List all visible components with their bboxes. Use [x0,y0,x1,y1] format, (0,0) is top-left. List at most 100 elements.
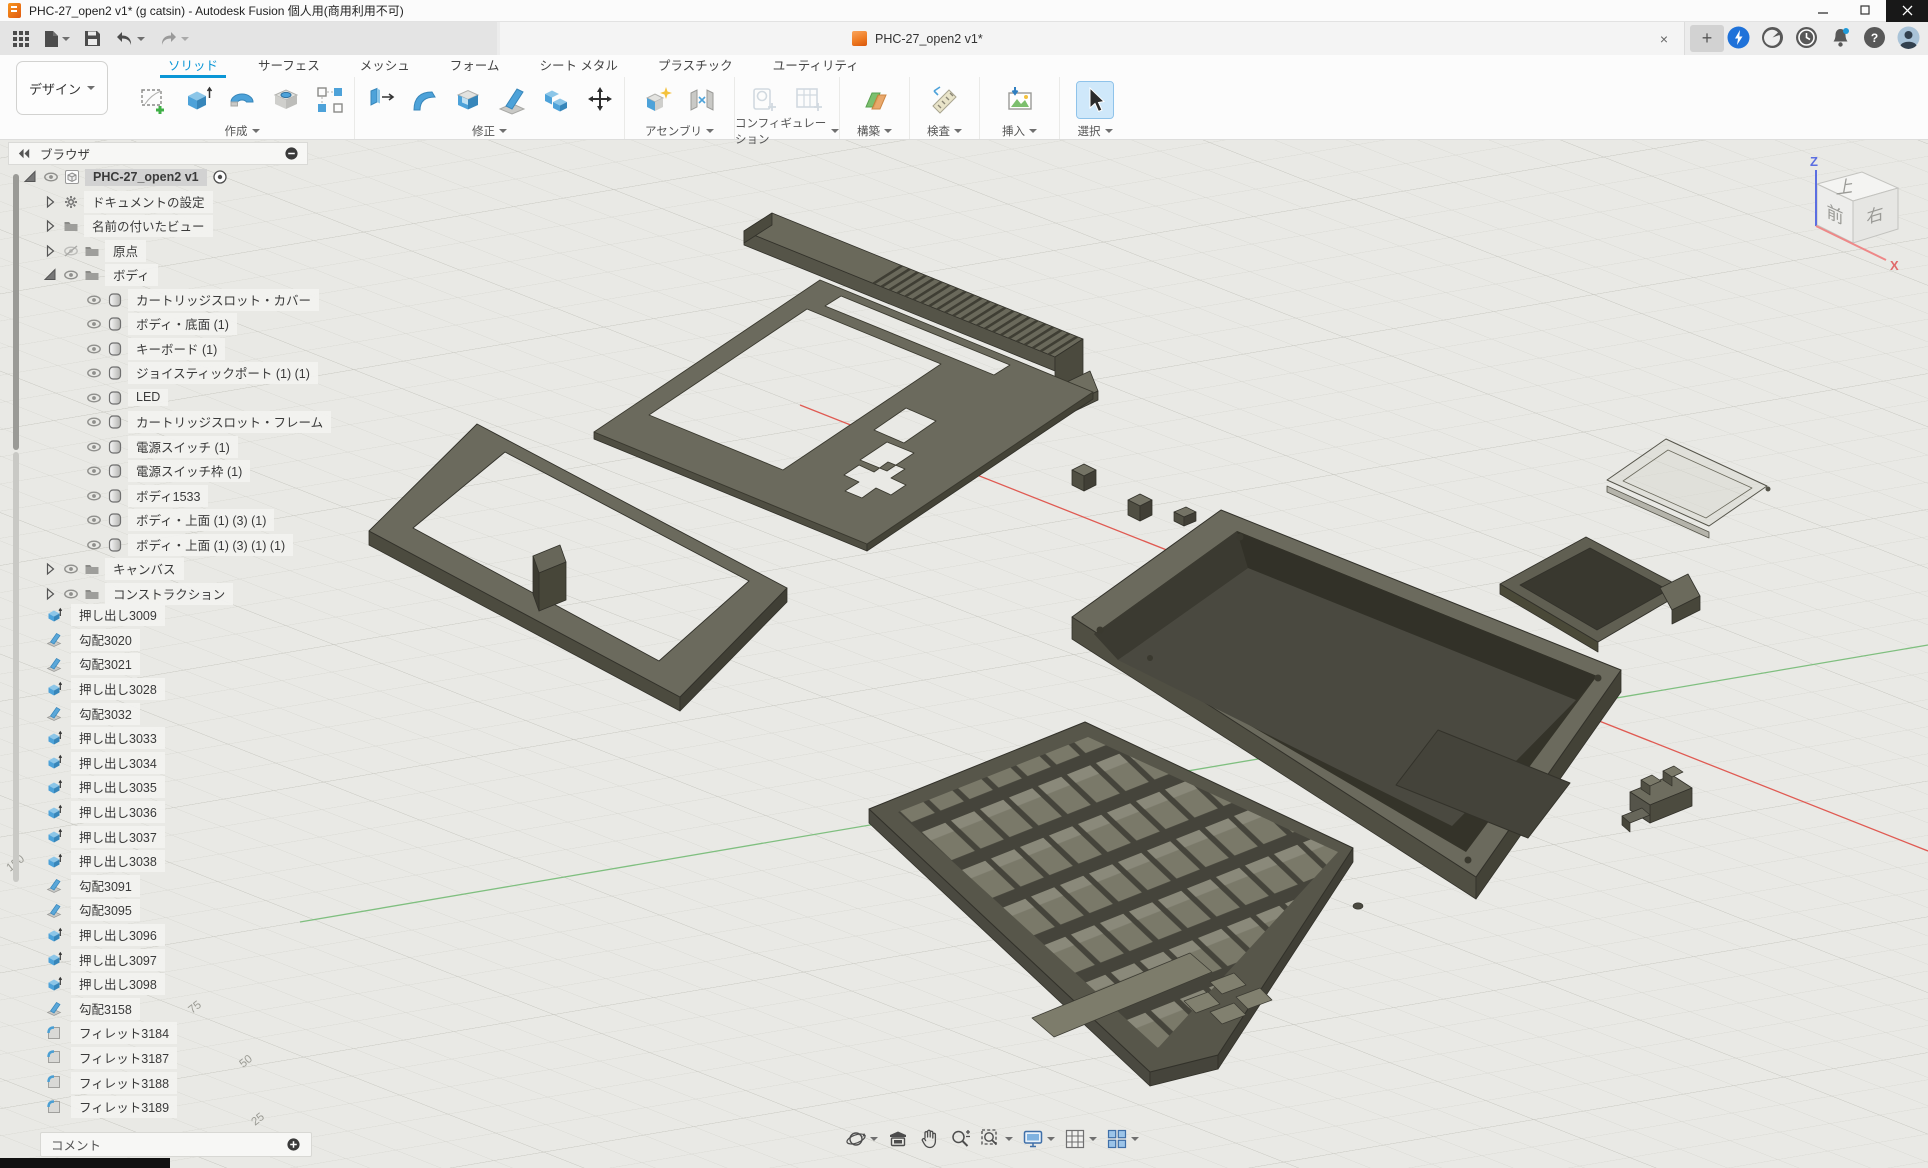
browser-item-label[interactable]: ボディ・上面 (1) (3) (1) [128,509,274,531]
browser-item-canvases[interactable]: キャンバス [0,557,340,582]
browser-item-label[interactable]: 名前の付いたビュー [84,215,213,237]
browser-item-label[interactable]: ボディ・上面 (1) (3) (1) (1) [128,534,293,556]
visibility-eye-icon[interactable] [86,341,102,357]
part-tiny-button[interactable] [1353,903,1363,909]
browser-body-row[interactable]: ボディ・上面 (1) (3) (1) (1) [0,533,340,558]
draft-icon[interactable] [494,82,530,118]
visibility-eye-icon[interactable] [63,586,79,602]
feature-label[interactable]: 押し出し3038 [71,850,165,872]
expand-triangle-icon[interactable] [42,218,58,234]
feature-label[interactable]: フィレット3184 [71,1022,177,1044]
group-modify-label[interactable]: 修正 [355,122,624,139]
feature-row[interactable]: 押し出し3035 [46,775,177,800]
expand-triangle-icon[interactable] [42,194,58,210]
select-cursor-icon[interactable] [1077,82,1113,118]
expand-triangle-icon[interactable] [42,586,58,602]
feature-label[interactable]: 勾配3091 [71,875,140,897]
configure-icon[interactable] [747,82,783,118]
feature-row[interactable]: 押し出し3097 [46,947,177,972]
tab-utilities[interactable]: ユーティリティ [753,57,879,77]
feature-label[interactable]: 押し出し3035 [71,776,165,798]
visibility-eye-icon[interactable] [63,561,79,577]
combine-icon[interactable] [538,82,574,118]
feature-row[interactable]: フィレット3189 [46,1095,177,1120]
pan-button[interactable] [918,1128,940,1150]
pattern-icon[interactable] [312,82,348,118]
profile-avatar[interactable] [1897,26,1920,49]
version-history-icon[interactable] [1795,26,1818,49]
maximize-button[interactable] [1844,0,1886,22]
group-configuration-label[interactable]: コンフィギュレーション [735,122,839,139]
3d-viewport[interactable]: 150 75 50 25 [0,140,1928,1168]
job-status-icon[interactable] [1761,26,1784,49]
browser-item-label[interactable]: キャンバス [105,558,184,580]
revolve-icon[interactable] [224,82,260,118]
move-copy-icon[interactable] [582,82,618,118]
app-grid-icon[interactable] [12,30,30,48]
create-sketch-icon[interactable] [136,82,172,118]
notifications-bell-icon[interactable] [1829,26,1852,49]
add-comment-icon[interactable] [286,1137,301,1152]
feature-label[interactable]: 押し出し3098 [71,973,165,995]
look-at-button[interactable] [887,1128,909,1150]
tab-surface[interactable]: サーフェス [238,57,340,77]
view-cube[interactable]: 上 前 右 Z X [1774,148,1924,298]
feature-row[interactable]: 押し出し3036 [46,800,177,825]
visibility-eye-icon[interactable] [86,390,102,406]
browser-item-document-settings[interactable]: ドキュメントの設定 [0,190,340,215]
group-assemble-label[interactable]: アセンブリ [625,122,734,139]
fit-button[interactable] [980,1128,1013,1150]
feature-row[interactable]: フィレット3184 [46,1021,177,1046]
browser-item-label[interactable]: 原点 [105,240,146,262]
browser-body-row[interactable]: カートリッジスロット・カバー [0,288,340,313]
browser-body-row[interactable]: 電源スイッチ枠 (1) [0,459,340,484]
tab-mesh[interactable]: メッシュ [340,57,430,77]
browser-body-row[interactable]: ボディ・底面 (1) [0,312,340,337]
joint-icon[interactable] [684,82,720,118]
browser-body-row[interactable]: ボディ・上面 (1) (3) (1) [0,508,340,533]
visibility-eye-icon[interactable] [86,292,102,308]
feature-label[interactable]: 勾配3021 [71,653,140,675]
feature-row[interactable]: 押し出し3028 [46,677,177,702]
browser-body-row[interactable]: LED [0,386,340,411]
browser-item-label[interactable]: LED [128,389,168,406]
comment-bar[interactable]: コメント [40,1132,312,1157]
redo-button[interactable] [159,31,189,47]
feature-label[interactable]: 押し出し3096 [71,924,165,946]
feature-label[interactable]: 押し出し3036 [71,801,165,823]
workspace-selector[interactable]: デザイン [16,61,108,115]
browser-item-label[interactable]: カートリッジスロット・フレーム [128,411,331,433]
feature-label[interactable]: 押し出し3033 [71,727,165,749]
visibility-eye-icon[interactable] [43,169,59,185]
feature-label[interactable]: 押し出し3009 [71,604,165,626]
configuration-table-icon[interactable] [791,82,827,118]
new-component-icon[interactable] [640,82,676,118]
browser-root-label[interactable]: PHC-27_open2 v1 [85,169,207,186]
shell-icon[interactable] [450,82,486,118]
minimize-browser-icon[interactable] [284,146,299,161]
feature-label[interactable]: 押し出し3028 [71,678,165,700]
feature-label[interactable]: フィレット3188 [71,1072,177,1094]
feature-row[interactable]: 勾配3021 [46,652,177,677]
browser-item-label[interactable]: ボディ・底面 (1) [128,313,237,335]
browser-root-row[interactable]: PHC-27_open2 v1 [0,165,340,190]
visibility-eye-icon[interactable] [86,537,102,553]
feature-label[interactable]: 押し出し3037 [71,826,165,848]
tab-plastic[interactable]: プラスチック [638,57,753,77]
browser-item-origin[interactable]: 原点 [0,239,340,264]
browser-body-row[interactable]: ジョイスティックポート (1) (1) [0,361,340,386]
expand-triangle-icon[interactable] [42,267,58,283]
feature-row[interactable]: 勾配3020 [46,628,177,653]
browser-item-label[interactable]: ボディ [105,264,158,286]
feature-label[interactable]: 押し出し3097 [71,949,165,971]
construction-plane-icon[interactable] [857,82,893,118]
visibility-eye-icon[interactable] [86,365,102,381]
feature-label[interactable]: フィレット3189 [71,1096,177,1118]
feature-row[interactable]: フィレット3188 [46,1070,177,1095]
undo-button[interactable] [115,31,145,47]
browser-item-label[interactable]: ジョイスティックポート (1) (1) [128,362,318,384]
grid-settings-button[interactable] [1064,1128,1097,1150]
browser-item-bodies-folder[interactable]: ボディ [0,263,340,288]
feature-label[interactable]: 勾配3158 [71,998,140,1020]
visibility-eye-icon[interactable] [86,439,102,455]
